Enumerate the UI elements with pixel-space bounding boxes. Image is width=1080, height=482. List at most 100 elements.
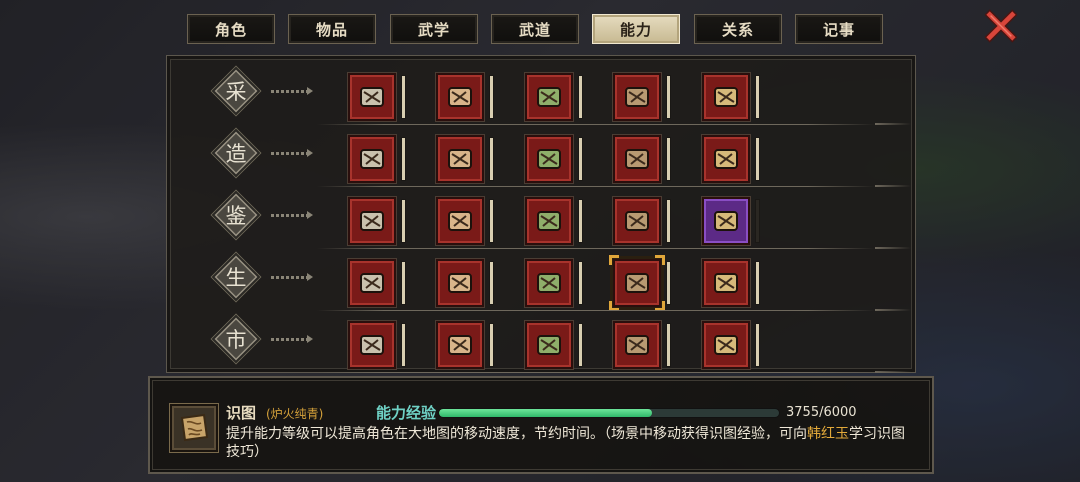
ability-slot[interactable] bbox=[436, 259, 484, 307]
ability-level-fill bbox=[756, 138, 759, 180]
ability-slot[interactable] bbox=[613, 73, 661, 121]
ability-level-fill bbox=[490, 262, 493, 304]
ability-level-bar bbox=[489, 75, 494, 119]
alchemy-icon bbox=[625, 149, 649, 169]
ability-level-bar bbox=[578, 199, 583, 243]
ability-slot[interactable] bbox=[348, 321, 396, 369]
ability-slot[interactable] bbox=[613, 321, 661, 369]
ability-level-bar bbox=[489, 323, 494, 367]
ability-level-fill bbox=[667, 76, 670, 118]
npc-name-link[interactable]: 韩红玉 bbox=[807, 426, 849, 442]
category-badge-appraise: 鉴 bbox=[205, 193, 313, 239]
ability-slot[interactable] bbox=[525, 135, 573, 183]
ability-slot[interactable] bbox=[702, 135, 750, 183]
ability-level-fill bbox=[490, 76, 493, 118]
gem-crafting-icon bbox=[714, 149, 738, 169]
cooking-icon bbox=[537, 149, 561, 169]
map-reading-icon bbox=[625, 273, 649, 293]
ability-level-fill bbox=[667, 138, 670, 180]
ability-slot[interactable] bbox=[613, 197, 661, 245]
ability-level-fill bbox=[402, 138, 405, 180]
stamp-gear-icon bbox=[625, 335, 649, 355]
ability-level-bar bbox=[578, 323, 583, 367]
silk-thread-icon bbox=[714, 87, 738, 107]
ability-level-fill bbox=[667, 262, 670, 304]
close-x-icon bbox=[985, 9, 1017, 43]
tab-items[interactable]: 物品 bbox=[288, 14, 376, 44]
category-connector bbox=[271, 149, 313, 157]
ability-slot[interactable] bbox=[436, 73, 484, 121]
ability-level-bar bbox=[489, 261, 494, 305]
ability-slot[interactable] bbox=[436, 321, 484, 369]
ability-slot[interactable] bbox=[436, 135, 484, 183]
appraise-scroll-icon bbox=[360, 211, 384, 231]
category-badge-gather: 采 bbox=[205, 69, 313, 115]
category-label: 市 bbox=[225, 328, 247, 352]
ability-level-bar bbox=[666, 199, 671, 243]
ability-level-bar bbox=[489, 137, 494, 181]
ability-slot[interactable] bbox=[525, 73, 573, 121]
category-connector bbox=[271, 335, 313, 343]
ability-row-appraise: 鉴 bbox=[167, 185, 917, 249]
axe-wood-icon bbox=[448, 87, 472, 107]
ability-slot[interactable] bbox=[348, 135, 396, 183]
ability-slot[interactable] bbox=[436, 197, 484, 245]
ability-level-bar bbox=[401, 75, 406, 119]
ability-level-fill bbox=[579, 324, 582, 366]
tab-relations[interactable]: 关系 bbox=[694, 14, 782, 44]
xp-label: 能力经验 bbox=[376, 404, 437, 422]
category-badge-life: 生 bbox=[205, 255, 313, 301]
ability-level-bar bbox=[401, 199, 406, 243]
ability-level-bar bbox=[578, 75, 583, 119]
ability-level-bar bbox=[401, 261, 406, 305]
ability-slot[interactable] bbox=[348, 259, 396, 307]
ability-slot[interactable] bbox=[525, 197, 573, 245]
ability-level-bar bbox=[755, 323, 760, 367]
tab-journal[interactable]: 记事 bbox=[795, 14, 883, 44]
ability-slot[interactable] bbox=[609, 255, 665, 311]
tab-martial-way[interactable]: 武道 bbox=[491, 14, 579, 44]
ability-slot[interactable] bbox=[702, 73, 750, 121]
ability-slot[interactable] bbox=[613, 135, 661, 183]
tea-icon bbox=[537, 335, 561, 355]
ability-panel: 采造鉴生市 bbox=[166, 55, 916, 373]
map-reading-icon bbox=[180, 413, 209, 442]
ability-slot[interactable] bbox=[348, 73, 396, 121]
close-button[interactable] bbox=[985, 9, 1017, 43]
ability-level-fill bbox=[579, 262, 582, 304]
ability-level-bar bbox=[666, 261, 671, 305]
ability-level-fill bbox=[579, 200, 582, 242]
xp-value: 3755/6000 bbox=[786, 405, 857, 420]
ability-slot[interactable] bbox=[348, 197, 396, 245]
tab-abilities[interactable]: 能力 bbox=[592, 14, 680, 44]
category-label: 采 bbox=[225, 80, 247, 104]
ability-level-bar bbox=[401, 323, 406, 367]
tab-character[interactable]: 角色 bbox=[187, 14, 275, 44]
ability-level-fill bbox=[579, 76, 582, 118]
desc-text-1: 提升能力等级可以提高角色在大地图的移动速度，节约时间。（场景中移动获得识图经验，… bbox=[226, 426, 807, 442]
ability-level-fill bbox=[490, 138, 493, 180]
appraise-treasure-icon bbox=[714, 211, 738, 231]
ability-slot[interactable] bbox=[702, 197, 750, 245]
ability-level-fill bbox=[756, 76, 759, 118]
ability-slot[interactable] bbox=[702, 259, 750, 307]
ability-level-fill bbox=[402, 324, 405, 366]
category-badge-market: 市 bbox=[205, 317, 313, 363]
ability-slot[interactable] bbox=[525, 259, 573, 307]
pickaxe-ore-icon bbox=[360, 87, 384, 107]
ability-level-bar bbox=[755, 261, 760, 305]
tab-martial-arts[interactable]: 武学 bbox=[390, 14, 478, 44]
ability-title: 识图 bbox=[226, 404, 257, 422]
ability-description: 提升能力等级可以提高角色在大地图的移动速度，节约时间。（场景中移动获得识图经验，… bbox=[226, 425, 916, 461]
ability-level-fill bbox=[667, 324, 670, 366]
ability-level-fill bbox=[402, 76, 405, 118]
ability-slot[interactable] bbox=[702, 321, 750, 369]
lodging-bowl-icon bbox=[537, 273, 561, 293]
ability-detail-panel: 识图 (炉火纯青) 能力经验 3755/6000 提升能力等级可以提高角色在大地… bbox=[148, 376, 934, 474]
ability-level-fill bbox=[756, 262, 759, 304]
ability-level-bar bbox=[578, 137, 583, 181]
ability-level-bar bbox=[489, 199, 494, 243]
ability-level-bar bbox=[578, 261, 583, 305]
ability-row-gather: 采 bbox=[167, 61, 917, 125]
ability-slot[interactable] bbox=[525, 321, 573, 369]
